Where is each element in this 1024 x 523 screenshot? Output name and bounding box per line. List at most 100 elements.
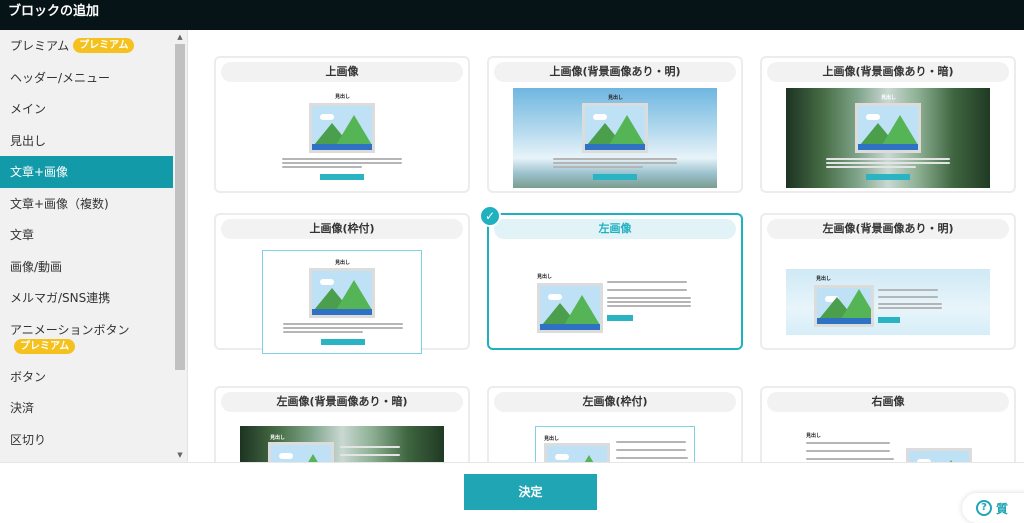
chevron-down-icon[interactable]: ▼ (173, 448, 187, 462)
text-line (607, 305, 691, 307)
block-card-left-image-bg-dark[interactable]: 左画像(背景画像あり・暗) 見出し (214, 386, 470, 462)
image-placeholder-icon (537, 283, 603, 333)
sidebar-item-heading[interactable]: 見出し (0, 125, 187, 157)
sidebar-item-image-video[interactable]: 画像/動画 (0, 251, 187, 283)
premium-badge: プレミアム (14, 338, 76, 354)
premium-badge: プレミアム (73, 38, 135, 54)
text-line (553, 166, 643, 168)
text-line (282, 166, 362, 168)
preview-button (866, 174, 910, 180)
block-card-left-image-bg-light[interactable]: 左画像(背景画像あり・明) 見出し (760, 213, 1016, 350)
preview-button (878, 317, 900, 323)
block-preview: 見出し (796, 428, 986, 462)
image-placeholder-icon (582, 103, 648, 153)
sidebar-item-label: アニメーションボタン (10, 322, 130, 337)
block-card-top-image[interactable]: 上画像 見出し (214, 56, 470, 193)
text-line (340, 454, 400, 456)
text-line (616, 449, 686, 451)
sidebar-item-label: ボタン (10, 369, 47, 384)
block-preview: 見出し (222, 86, 462, 190)
text-line (616, 457, 688, 459)
sidebar-item-newsletter-sns[interactable]: メルマガ/SNS連携 (0, 282, 187, 314)
help-label: 質 (996, 501, 1009, 516)
sidebar-item-label: ヘッダー/メニュー (10, 70, 111, 85)
sidebar-item-label: 区切り (10, 432, 47, 447)
text-line (826, 162, 950, 164)
block-card-right-image[interactable]: 右画像 見出し (760, 386, 1016, 462)
image-placeholder-icon (268, 442, 334, 462)
sidebar-item-main[interactable]: メイン (0, 93, 187, 125)
preview-heading: 見出し (608, 95, 624, 101)
help-icon: ? (976, 500, 992, 516)
card-title: 左画像 (494, 219, 736, 239)
block-card-top-image-bg-dark[interactable]: 上画像(背景画像あり・暗) 見出し (760, 56, 1016, 193)
sidebar-item-label: メイン (10, 102, 47, 117)
sidebar-item-animation-button[interactable]: アニメーションボタン プレミアム (0, 314, 187, 361)
preview-heading: 見出し (806, 433, 822, 439)
card-title: 左画像(枠付) (494, 392, 736, 412)
text-line (806, 450, 890, 452)
text-line (553, 158, 677, 160)
image-placeholder-icon (309, 268, 375, 318)
image-placeholder-icon (309, 103, 375, 153)
sidebar-scrollbar[interactable]: ▲ ▼ (173, 30, 187, 462)
sidebar-item-label: プレミアム (10, 39, 70, 54)
text-line (826, 158, 950, 160)
sidebar-item-text-image[interactable]: 文章+画像 (0, 156, 187, 188)
preview-button (593, 174, 637, 180)
text-line (607, 281, 687, 283)
category-sidebar: プレミアム プレミアム ヘッダー/メニュー メイン 見出し 文章+画像 文章+画像… (0, 30, 188, 462)
text-line (806, 442, 890, 444)
sidebar-item-label: 見出し (10, 133, 47, 148)
preview-heading: 見出し (881, 95, 897, 101)
preview-button (320, 174, 364, 180)
sidebar-item-button[interactable]: ボタン (0, 361, 187, 393)
sidebar-item-label: 文章+画像（複数) (10, 196, 109, 211)
text-line (806, 458, 894, 460)
text-line (607, 301, 691, 303)
check-icon: ✓ (479, 205, 501, 227)
block-card-left-image[interactable]: ✓ 左画像 見出し (479, 205, 743, 350)
text-line (553, 162, 677, 164)
preview-heading: 見出し (335, 260, 351, 266)
image-placeholder-icon (906, 448, 972, 462)
sidebar-item-label: メルマガ/SNS連携 (10, 291, 111, 306)
text-line (826, 166, 916, 168)
preview-button (321, 339, 365, 345)
card-title: 上画像(背景画像あり・暗) (767, 62, 1009, 82)
text-line (283, 323, 403, 325)
scrollbar-thumb[interactable] (175, 44, 185, 370)
card-title: 左画像(背景画像あり・暗) (221, 392, 463, 412)
sidebar-item-header-menu[interactable]: ヘッダー/メニュー (0, 62, 187, 94)
help-button[interactable]: ? 質 (962, 493, 1024, 523)
block-card-top-image-framed[interactable]: 上画像(枠付) 見出し (214, 213, 470, 354)
chevron-up-icon[interactable]: ▲ (173, 30, 187, 44)
card-title: 上画像(枠付) (221, 219, 463, 239)
image-placeholder-icon (544, 443, 610, 462)
block-gallery: 上画像 見出し 上画像(背景画像あり・明) 見出し 上画像(背景画像あり・暗) … (188, 30, 1024, 462)
sidebar-item-label: 決済 (10, 401, 35, 416)
sidebar-item-label: 文章 (10, 228, 35, 243)
dialog-footer: 決定 ? 質 (0, 462, 1024, 523)
dialog-titlebar: ブロックの追加 (0, 0, 1024, 30)
text-line (282, 158, 402, 160)
block-card-top-image-bg-light[interactable]: 上画像(背景画像あり・明) 見出し (487, 56, 743, 193)
text-line (340, 446, 400, 448)
text-line (878, 307, 942, 309)
decide-button[interactable]: 決定 (464, 474, 597, 510)
sidebar-item-text-image-multiple[interactable]: 文章+画像（複数) (0, 188, 187, 220)
sidebar-item-text[interactable]: 文章 (0, 219, 187, 251)
sidebar-item-payment[interactable]: 決済 (0, 392, 187, 424)
block-preview: 見出し (535, 426, 695, 462)
text-line (283, 331, 363, 333)
preview-heading: 見出し (816, 276, 832, 282)
image-placeholder-icon (814, 285, 874, 327)
card-title: 上画像 (221, 62, 463, 82)
sidebar-item-premium[interactable]: プレミアム プレミアム (0, 30, 187, 62)
dialog-title: ブロックの追加 (8, 4, 100, 19)
block-card-left-image-framed[interactable]: 左画像(枠付) 見出し (487, 386, 743, 462)
text-line (607, 289, 687, 291)
block-preview: 見出し (513, 88, 717, 188)
preview-heading: 見出し (270, 435, 286, 441)
sidebar-item-divider[interactable]: 区切り (0, 424, 187, 456)
